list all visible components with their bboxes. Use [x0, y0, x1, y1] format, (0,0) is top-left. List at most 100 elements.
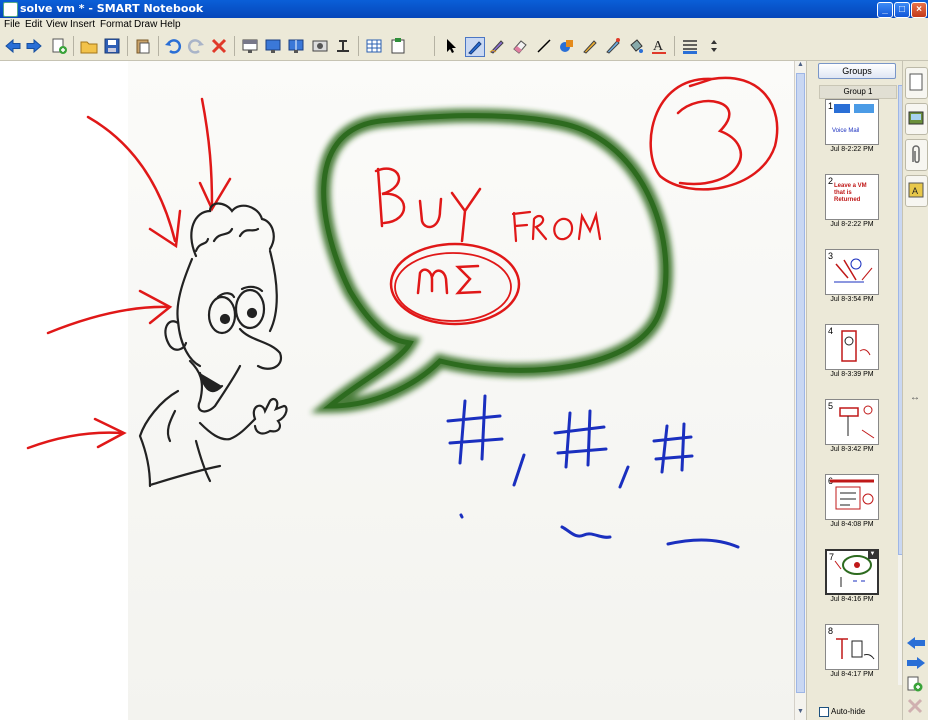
- properties-tab[interactable]: A: [905, 175, 928, 207]
- page-sorter-tab[interactable]: [905, 67, 928, 99]
- text-icon[interactable]: A: [650, 37, 668, 55]
- dual-page-icon[interactable]: [287, 37, 305, 55]
- redo-icon[interactable]: [187, 37, 205, 55]
- add-page-sidebar-icon[interactable]: [906, 675, 924, 693]
- page-thumbnail-5[interactable]: 5 Jul 8-3:42 PM: [825, 399, 879, 453]
- scroll-down-icon[interactable]: ▼: [796, 708, 805, 718]
- handwritten-word-buy[interactable]: [374, 167, 482, 243]
- scrollbar-thumb[interactable]: [796, 73, 805, 693]
- auto-hide-option[interactable]: Auto-hide: [819, 707, 865, 717]
- cartoon-man-drawing[interactable]: [138, 202, 288, 488]
- groups-button[interactable]: Groups: [818, 63, 896, 79]
- page-thumbnail-6[interactable]: 6 Jul 8-4:08 PM: [825, 474, 879, 528]
- save-icon[interactable]: [103, 37, 121, 55]
- handwritten-number-3[interactable]: [649, 76, 779, 191]
- page-date: Jul 8-4:08 PM: [830, 521, 874, 528]
- page-thumbnail-8[interactable]: 8 Jul 8-4:17 PM: [825, 624, 879, 678]
- previous-page-icon[interactable]: [905, 635, 927, 651]
- page-number: 1: [828, 101, 834, 111]
- canvas-scrollbar[interactable]: ▲ ▼: [794, 61, 806, 720]
- red-arrows[interactable]: [26, 97, 232, 450]
- thumbnail-sketch: [830, 479, 874, 510]
- properties-icon[interactable]: [681, 37, 699, 55]
- back-arrow-icon[interactable]: [4, 37, 22, 55]
- window-title: solve vm * - SMART Notebook: [20, 2, 204, 15]
- auto-hide-label: Auto-hide: [831, 707, 866, 717]
- menu-view[interactable]: View: [46, 19, 68, 30]
- fill-icon[interactable]: [627, 37, 645, 55]
- thumbnail-caption: Voice Mail: [832, 128, 860, 134]
- blue-hash-marks[interactable]: [446, 394, 740, 549]
- gallery-tab[interactable]: [905, 103, 928, 135]
- line-icon[interactable]: [535, 37, 553, 55]
- select-arrow-icon[interactable]: [442, 37, 460, 55]
- full-screen-icon[interactable]: [264, 37, 282, 55]
- gallery-icon: [908, 111, 924, 125]
- delete-page-icon[interactable]: [906, 697, 924, 715]
- shapes-icon[interactable]: [558, 37, 576, 55]
- resize-panel-icon[interactable]: ↔: [910, 392, 920, 403]
- pen-icon[interactable]: [465, 37, 485, 57]
- thumbnail-image: 2 Leave a VM that is Returned: [825, 174, 879, 220]
- page-thumbnail-3[interactable]: 3 Jul 8-3:54 PM: [825, 249, 879, 303]
- page-thumbnail-2[interactable]: 2 Leave a VM that is Returned Jul 8-2:22…: [825, 174, 879, 228]
- screen-shade-icon[interactable]: [241, 37, 259, 55]
- open-folder-icon[interactable]: [80, 37, 98, 55]
- insert-object-icon[interactable]: [389, 37, 407, 55]
- menu-insert[interactable]: Insert: [70, 19, 95, 30]
- title-bar: solve vm * - SMART Notebook _ □ ×: [0, 0, 928, 18]
- thumbnail-image: 5: [825, 399, 879, 445]
- menu-bar: File Edit View Insert Format Draw Help: [0, 18, 928, 32]
- attachments-tab[interactable]: [905, 139, 928, 171]
- page-thumbnail-4[interactable]: 4 Jul 8-3:39 PM: [825, 324, 879, 378]
- minimize-button[interactable]: _: [877, 2, 893, 18]
- thumbnail-image: 8: [825, 624, 879, 670]
- maximize-button[interactable]: □: [894, 2, 910, 18]
- menu-edit[interactable]: Edit: [25, 19, 42, 30]
- thumbnail-sketch: [834, 555, 872, 587]
- paperclip-icon: [912, 145, 920, 163]
- screen-capture-icon[interactable]: [311, 37, 329, 55]
- smart-notebook-app-icon: [3, 2, 18, 17]
- thumbnail-sketch: [839, 405, 875, 439]
- delete-icon[interactable]: [210, 37, 228, 55]
- eraser-icon[interactable]: [511, 37, 529, 55]
- close-button[interactable]: ×: [911, 2, 927, 18]
- undo-icon[interactable]: [164, 37, 182, 55]
- thumbnail-image: 4: [825, 324, 879, 370]
- speech-bubble[interactable]: [310, 108, 673, 414]
- shape-recognition-pen-icon[interactable]: [604, 37, 622, 55]
- page-date: Jul 8-2:22 PM: [830, 221, 874, 228]
- page-number: 2: [828, 176, 834, 186]
- thumbnail-image: 3: [825, 249, 879, 295]
- group-label[interactable]: Group 1: [819, 85, 897, 99]
- page-thumbnail-1[interactable]: 1 Voice Mail Jul 8-2:22 PM: [825, 99, 879, 153]
- table-icon[interactable]: [365, 37, 383, 55]
- scroll-up-icon[interactable]: ▲: [796, 61, 805, 71]
- menu-help[interactable]: Help: [160, 19, 181, 30]
- next-page-icon[interactable]: [905, 655, 927, 671]
- properties-panel-icon: A: [908, 182, 924, 198]
- add-page-icon[interactable]: [50, 37, 68, 55]
- thumbnail-image: 6: [825, 474, 879, 520]
- thumbnail-sketch: [841, 330, 871, 362]
- menu-file[interactable]: File: [4, 19, 20, 30]
- menu-draw[interactable]: Draw: [134, 19, 157, 30]
- paste-icon[interactable]: [134, 37, 152, 55]
- page-thumbnail-7[interactable]: 7 ▼ Jul 8-4:16 PM: [825, 549, 879, 603]
- thumbnail-image: 1 Voice Mail: [825, 99, 879, 145]
- page-sorter-sidebar: Groups Group 1 1 Voice Mail Jul 8-2:22 P…: [806, 61, 903, 720]
- magic-pen-icon[interactable]: [581, 37, 599, 55]
- whiteboard-canvas[interactable]: [0, 61, 794, 720]
- menu-format[interactable]: Format: [100, 19, 132, 30]
- move-toolbar-icon[interactable]: [705, 37, 723, 55]
- page-thumbnails: 1 Voice Mail Jul 8-2:22 PM 2 Leave a VM …: [807, 99, 897, 699]
- handwritten-word-from[interactable]: [511, 210, 602, 243]
- auto-hide-checkbox[interactable]: [819, 707, 829, 717]
- page-date: Jul 8-2:22 PM: [830, 146, 874, 153]
- svg-text:A: A: [653, 39, 664, 54]
- forward-arrow-icon[interactable]: [25, 37, 43, 55]
- handwritten-word-me[interactable]: [389, 242, 521, 326]
- creative-pen-icon[interactable]: [488, 37, 506, 55]
- document-camera-icon[interactable]: [334, 37, 352, 55]
